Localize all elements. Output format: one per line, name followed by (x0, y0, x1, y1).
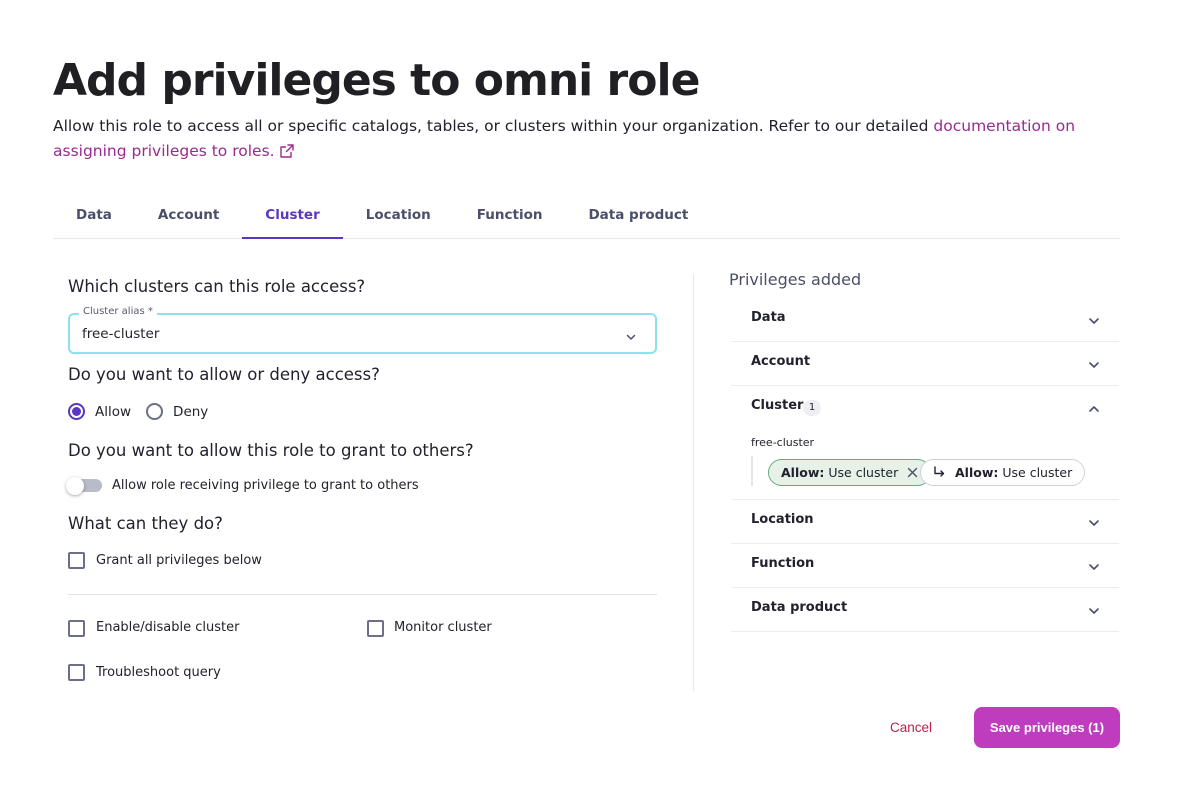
cluster-alias-value: free-cluster (82, 326, 160, 342)
column-divider (693, 275, 694, 691)
cluster-count-badge: 1 (803, 400, 821, 416)
tab-account[interactable]: Account (135, 199, 242, 239)
accordion-data-product[interactable]: Data product (731, 588, 1119, 632)
accordion-cluster-label: Cluster (751, 398, 804, 413)
close-icon[interactable] (907, 467, 918, 478)
tab-data[interactable]: Data (53, 199, 135, 239)
tab-cluster[interactable]: Cluster (242, 199, 343, 239)
deny-radio-label[interactable]: Deny (173, 404, 208, 420)
troubleshoot-query-label[interactable]: Troubleshoot query (96, 665, 221, 680)
chip-text: Use cluster (1002, 465, 1073, 480)
allow-radio[interactable] (68, 403, 85, 420)
deny-radio[interactable] (146, 403, 164, 420)
chevron-down-icon[interactable] (1087, 559, 1101, 578)
chip-prefix: Allow: (955, 465, 999, 480)
chevron-down-icon[interactable] (1087, 313, 1101, 332)
chevron-up-icon[interactable] (1087, 401, 1101, 420)
accordion-account-label: Account (751, 354, 811, 369)
tab-data-product[interactable]: Data product (565, 199, 711, 239)
accordion-data-product-label: Data product (751, 600, 848, 615)
external-link-icon[interactable] (279, 141, 294, 166)
enable-disable-cluster-checkbox[interactable] (68, 620, 85, 637)
form-divider (68, 594, 657, 595)
chevron-down-icon[interactable] (1087, 515, 1101, 534)
chevron-down-icon[interactable] (1087, 357, 1101, 376)
accordion-location[interactable]: Location (731, 500, 1119, 544)
tab-function[interactable]: Function (454, 199, 566, 239)
page-description: Allow this role to access all or specifi… (53, 114, 1133, 166)
grant-all-label[interactable]: Grant all privileges below (96, 553, 262, 568)
save-privileges-button[interactable]: Save privileges (1) (974, 707, 1120, 748)
what-question: What can they do? (68, 514, 223, 533)
privileges-added-title: Privileges added (729, 270, 862, 289)
enable-disable-cluster-label[interactable]: Enable/disable cluster (96, 620, 239, 635)
accordion-account[interactable]: Account (731, 342, 1119, 386)
tab-location[interactable]: Location (343, 199, 454, 239)
monitor-cluster-label[interactable]: Monitor cluster (394, 620, 492, 635)
accordion-function-label: Function (751, 556, 815, 571)
cluster-alias-label: Cluster alias * (79, 306, 157, 317)
chevron-down-icon[interactable] (1087, 603, 1101, 622)
accordion-location-label: Location (751, 512, 814, 527)
access-question: Do you want to allow or deny access? (68, 365, 380, 384)
inherited-use-cluster-chip: Allow: Use cluster (920, 459, 1086, 486)
page-title: Add privileges to omni role (53, 55, 700, 106)
accordion-data[interactable]: Data (731, 298, 1119, 342)
accordion-data-label: Data (751, 310, 786, 325)
monitor-cluster-checkbox[interactable] (367, 620, 384, 637)
grant-question: Do you want to allow this role to grant … (68, 441, 474, 460)
chevron-down-icon[interactable] (625, 328, 637, 347)
allow-radio-label[interactable]: Allow (95, 404, 131, 420)
privilege-tabs: Data Account Cluster Location Function D… (53, 199, 1120, 239)
use-cluster-chip: Allow: Use cluster (768, 459, 932, 486)
chip-prefix: Allow: (781, 465, 825, 480)
grant-all-checkbox[interactable] (68, 552, 85, 569)
chip-indent-bar (751, 456, 753, 486)
access-radio-group: Allow Deny (68, 403, 223, 420)
accordion-cluster[interactable]: Cluster 1 (731, 386, 1119, 430)
description-text: Allow this role to access all or specifi… (53, 117, 934, 135)
grant-to-others-label[interactable]: Allow role receiving privilege to grant … (112, 478, 419, 493)
grant-to-others-toggle[interactable] (66, 477, 102, 495)
accordion-function[interactable]: Function (731, 544, 1119, 588)
cancel-button[interactable]: Cancel (880, 708, 942, 746)
clusters-question: Which clusters can this role access? (68, 277, 366, 296)
troubleshoot-query-checkbox[interactable] (68, 664, 85, 681)
cluster-alias-select[interactable]: Cluster alias * free-cluster (68, 306, 657, 354)
chip-text: Use cluster (828, 465, 899, 480)
toggle-thumb[interactable] (66, 477, 84, 495)
cluster-privileges-body: free-cluster Allow: Use cluster Allow: U… (731, 429, 1119, 500)
cluster-entry-name: free-cluster (751, 436, 815, 449)
subdirectory-arrow-icon (933, 466, 946, 479)
